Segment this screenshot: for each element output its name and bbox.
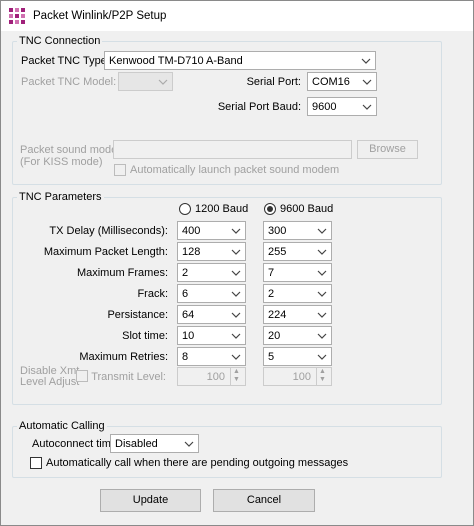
- serial-port-label: Serial Port:: [246, 76, 301, 88]
- setup-window: Packet Winlink/P2P Setup TNC Connection …: [0, 0, 474, 526]
- chevron-down-icon: [315, 286, 329, 301]
- param-label: Maximum Retries:: [79, 351, 168, 363]
- param-label: Maximum Packet Length:: [43, 246, 168, 258]
- param-value: 224: [268, 309, 287, 321]
- browse-button[interactable]: Browse: [357, 140, 418, 159]
- param-value: 300: [268, 225, 287, 237]
- auto-launch-sound-modem-checkbox[interactable]: [114, 164, 126, 176]
- param-value: 7: [268, 267, 275, 279]
- chevron-down-icon: [315, 223, 329, 238]
- serial-baud-select[interactable]: 9600: [307, 97, 377, 116]
- param-select-v1200[interactable]: 6: [177, 284, 246, 303]
- chevron-down-icon: [229, 223, 243, 238]
- transmit-level-1200-spinner[interactable]: 100 ▲ ▼: [177, 367, 246, 386]
- title-bar[interactable]: Packet Winlink/P2P Setup: [1, 1, 473, 31]
- chevron-down-icon: [229, 286, 243, 301]
- param-value: 10: [182, 330, 195, 342]
- serial-baud-label: Serial Port Baud:: [217, 101, 301, 113]
- chevron-down-icon: [315, 307, 329, 322]
- param-value: 400: [182, 225, 201, 237]
- tnc-parameters-group-label: TNC Parameters: [17, 191, 104, 203]
- transmit-level-9600-spinner[interactable]: 100 ▲ ▼: [263, 367, 332, 386]
- param-label: Slot time:: [122, 330, 168, 342]
- param-value: 20: [268, 330, 281, 342]
- chevron-down-icon: [315, 349, 329, 364]
- baud-1200-label: 1200 Baud: [195, 203, 249, 215]
- chevron-down-icon: [229, 349, 243, 364]
- chevron-down-icon: [360, 74, 374, 89]
- cancel-button[interactable]: Cancel: [213, 489, 315, 512]
- param-value: 2: [268, 288, 275, 300]
- update-button[interactable]: Update: [100, 489, 201, 512]
- param-select-v9600[interactable]: 5: [263, 347, 332, 366]
- spinner-arrows-icon[interactable]: ▲ ▼: [230, 368, 245, 385]
- autoconnect-time-value: Disabled: [115, 438, 158, 450]
- param-label: TX Delay (Milliseconds):: [49, 225, 168, 237]
- param-value: 2: [182, 267, 189, 279]
- serial-baud-value: 9600: [312, 101, 337, 113]
- transmit-level-label: Transmit Level:: [91, 371, 166, 383]
- auto-call-pending-label: Automatically call when there are pendin…: [46, 457, 349, 469]
- param-label: Frack:: [137, 288, 168, 300]
- auto-launch-sound-modem-label: Automatically launch packet sound modem: [130, 164, 340, 176]
- param-select-v9600[interactable]: 2: [263, 284, 332, 303]
- param-value: 128: [182, 246, 201, 258]
- param-select-v1200[interactable]: 64: [177, 305, 246, 324]
- param-select-v1200[interactable]: 128: [177, 242, 246, 261]
- autoconnect-time-label: Autoconnect time:: [32, 438, 121, 450]
- chevron-down-icon: [229, 265, 243, 280]
- param-select-v9600[interactable]: 300: [263, 221, 332, 240]
- chevron-down-icon: [229, 307, 243, 322]
- tnc-type-select[interactable]: Kenwood TM-D710 A-Band: [104, 51, 376, 70]
- baud-9600-radio[interactable]: [264, 203, 276, 215]
- chevron-down-icon: [229, 244, 243, 259]
- serial-port-select[interactable]: COM16: [307, 72, 377, 91]
- disable-xmt-level-adjust-checkbox[interactable]: [76, 370, 88, 382]
- param-select-v9600[interactable]: 20: [263, 326, 332, 345]
- baud-9600-label: 9600 Baud: [280, 203, 334, 215]
- tnc-type-value: Kenwood TM-D710 A-Band: [109, 55, 243, 67]
- param-select-v1200[interactable]: 8: [177, 347, 246, 366]
- param-label: Maximum Frames:: [76, 267, 168, 279]
- level-adjust-label: Level Adjust: [20, 376, 80, 388]
- spinner-arrows-icon[interactable]: ▲ ▼: [316, 368, 331, 385]
- param-select-v1200[interactable]: 400: [177, 221, 246, 240]
- sound-modem-sub-label: (For KISS mode): [20, 156, 103, 168]
- tnc-model-label: Packet TNC Model:: [21, 76, 117, 88]
- winlink-grid-icon: [9, 8, 25, 24]
- param-select-v1200[interactable]: 10: [177, 326, 246, 345]
- chevron-down-icon: [315, 328, 329, 343]
- tnc-connection-group-label: TNC Connection: [17, 35, 103, 47]
- sound-modem-path-field[interactable]: [113, 140, 352, 159]
- automatic-calling-group-label: Automatic Calling: [17, 420, 107, 432]
- param-value: 64: [182, 309, 195, 321]
- param-select-v9600[interactable]: 7: [263, 263, 332, 282]
- serial-port-value: COM16: [312, 76, 350, 88]
- tnc-type-label: Packet TNC Type:: [21, 55, 110, 67]
- param-value: 8: [182, 351, 189, 363]
- transmit-level-1200-value: 100: [206, 371, 225, 383]
- param-value: 5: [268, 351, 275, 363]
- baud-1200-radio[interactable]: [179, 203, 191, 215]
- param-select-v9600[interactable]: 255: [263, 242, 332, 261]
- chevron-down-icon: [360, 99, 374, 114]
- transmit-level-9600-value: 100: [292, 371, 311, 383]
- window-title: Packet Winlink/P2P Setup: [33, 10, 167, 22]
- param-value: 255: [268, 246, 287, 258]
- param-select-v1200[interactable]: 2: [177, 263, 246, 282]
- tnc-model-select[interactable]: [118, 72, 173, 91]
- chevron-down-icon: [359, 53, 373, 68]
- chevron-down-icon: [315, 265, 329, 280]
- chevron-down-icon: [229, 328, 243, 343]
- chevron-down-icon: [315, 244, 329, 259]
- param-value: 6: [182, 288, 189, 300]
- autoconnect-time-select[interactable]: Disabled: [110, 434, 199, 453]
- auto-call-pending-checkbox[interactable]: [30, 457, 42, 469]
- automatic-calling-group: [12, 426, 442, 478]
- param-label: Persistance:: [107, 309, 168, 321]
- chevron-down-icon: [156, 74, 170, 89]
- param-select-v9600[interactable]: 224: [263, 305, 332, 324]
- chevron-down-icon: [182, 436, 196, 451]
